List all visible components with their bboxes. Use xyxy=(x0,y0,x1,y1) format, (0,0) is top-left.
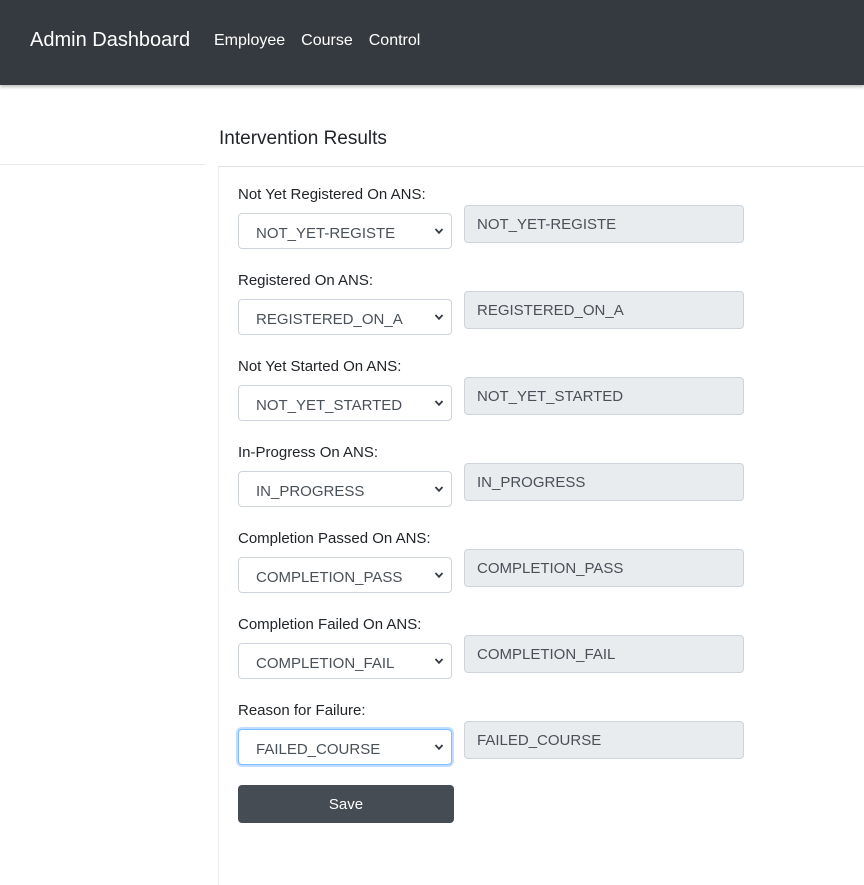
not-yet-registered-select[interactable]: NOT_YET-REGISTE xyxy=(238,213,452,249)
field-label: Not Yet Started On ANS: xyxy=(238,358,402,375)
sidebar-divider xyxy=(0,164,206,165)
select-value: IN_PROGRESS xyxy=(256,483,365,500)
chevron-down-icon xyxy=(434,658,444,665)
readonly-value: REGISTERED_ON_A xyxy=(477,302,624,319)
field-label: In-Progress On ANS: xyxy=(238,444,379,461)
reason-for-failure-select[interactable]: FAILED_COURSE xyxy=(238,729,452,765)
nav-links: Employee Course Control xyxy=(214,32,420,50)
card-left-border xyxy=(218,167,219,885)
select-value: NOT_YET-REGISTE xyxy=(256,225,396,242)
chevron-down-icon xyxy=(434,486,444,493)
top-navbar: Admin Dashboard Employee Course Control xyxy=(0,0,864,85)
registered-readonly-field: REGISTERED_ON_A xyxy=(464,291,744,329)
readonly-value: COMPLETION_PASS xyxy=(477,560,624,577)
field-label: Reason for Failure: xyxy=(238,702,366,719)
brand-title[interactable]: Admin Dashboard xyxy=(30,29,190,52)
nav-link-course[interactable]: Course xyxy=(301,32,353,50)
completion-passed-readonly-field: COMPLETION_PASS xyxy=(464,549,744,587)
in-progress-select[interactable]: IN_PROGRESS xyxy=(238,471,452,507)
title-divider xyxy=(218,166,864,167)
readonly-value: NOT_YET_STARTED xyxy=(477,388,624,405)
select-value: FAILED_COURSE xyxy=(256,741,381,758)
reason-for-failure-readonly-field: FAILED_COURSE xyxy=(464,721,744,759)
not-yet-started-select[interactable]: NOT_YET_STARTED xyxy=(238,385,452,421)
select-value: NOT_YET_STARTED xyxy=(256,397,403,414)
chevron-down-icon xyxy=(434,400,444,407)
completion-passed-select[interactable]: COMPLETION_PASS xyxy=(238,557,452,593)
page-title: Intervention Results xyxy=(219,128,387,149)
completion-failed-readonly-field: COMPLETION_FAIL xyxy=(464,635,744,673)
readonly-value: NOT_YET-REGISTE xyxy=(477,216,617,233)
select-value: COMPLETION_FAIL xyxy=(256,655,395,672)
nav-link-control[interactable]: Control xyxy=(369,32,421,50)
field-label: Completion Passed On ANS: xyxy=(238,530,431,547)
field-label: Completion Failed On ANS: xyxy=(238,616,422,633)
nav-link-employee[interactable]: Employee xyxy=(214,32,285,50)
in-progress-readonly-field: IN_PROGRESS xyxy=(464,463,744,501)
select-value: REGISTERED_ON_A xyxy=(256,311,403,328)
not-yet-registered-readonly-field: NOT_YET-REGISTE xyxy=(464,205,744,243)
select-value: COMPLETION_PASS xyxy=(256,569,403,586)
registered-select[interactable]: REGISTERED_ON_A xyxy=(238,299,452,335)
not-yet-started-readonly-field: NOT_YET_STARTED xyxy=(464,377,744,415)
chevron-down-icon xyxy=(434,572,444,579)
field-label: Not Yet Registered On ANS: xyxy=(238,186,426,203)
chevron-down-icon xyxy=(434,228,444,235)
readonly-value: FAILED_COURSE xyxy=(477,732,602,749)
chevron-down-icon xyxy=(434,314,444,321)
readonly-value: COMPLETION_FAIL xyxy=(477,646,616,663)
chevron-down-icon xyxy=(434,744,444,751)
completion-failed-select[interactable]: COMPLETION_FAIL xyxy=(238,643,452,679)
save-button[interactable]: Save xyxy=(238,785,454,823)
readonly-value: IN_PROGRESS xyxy=(477,474,586,491)
field-label: Registered On ANS: xyxy=(238,272,374,289)
